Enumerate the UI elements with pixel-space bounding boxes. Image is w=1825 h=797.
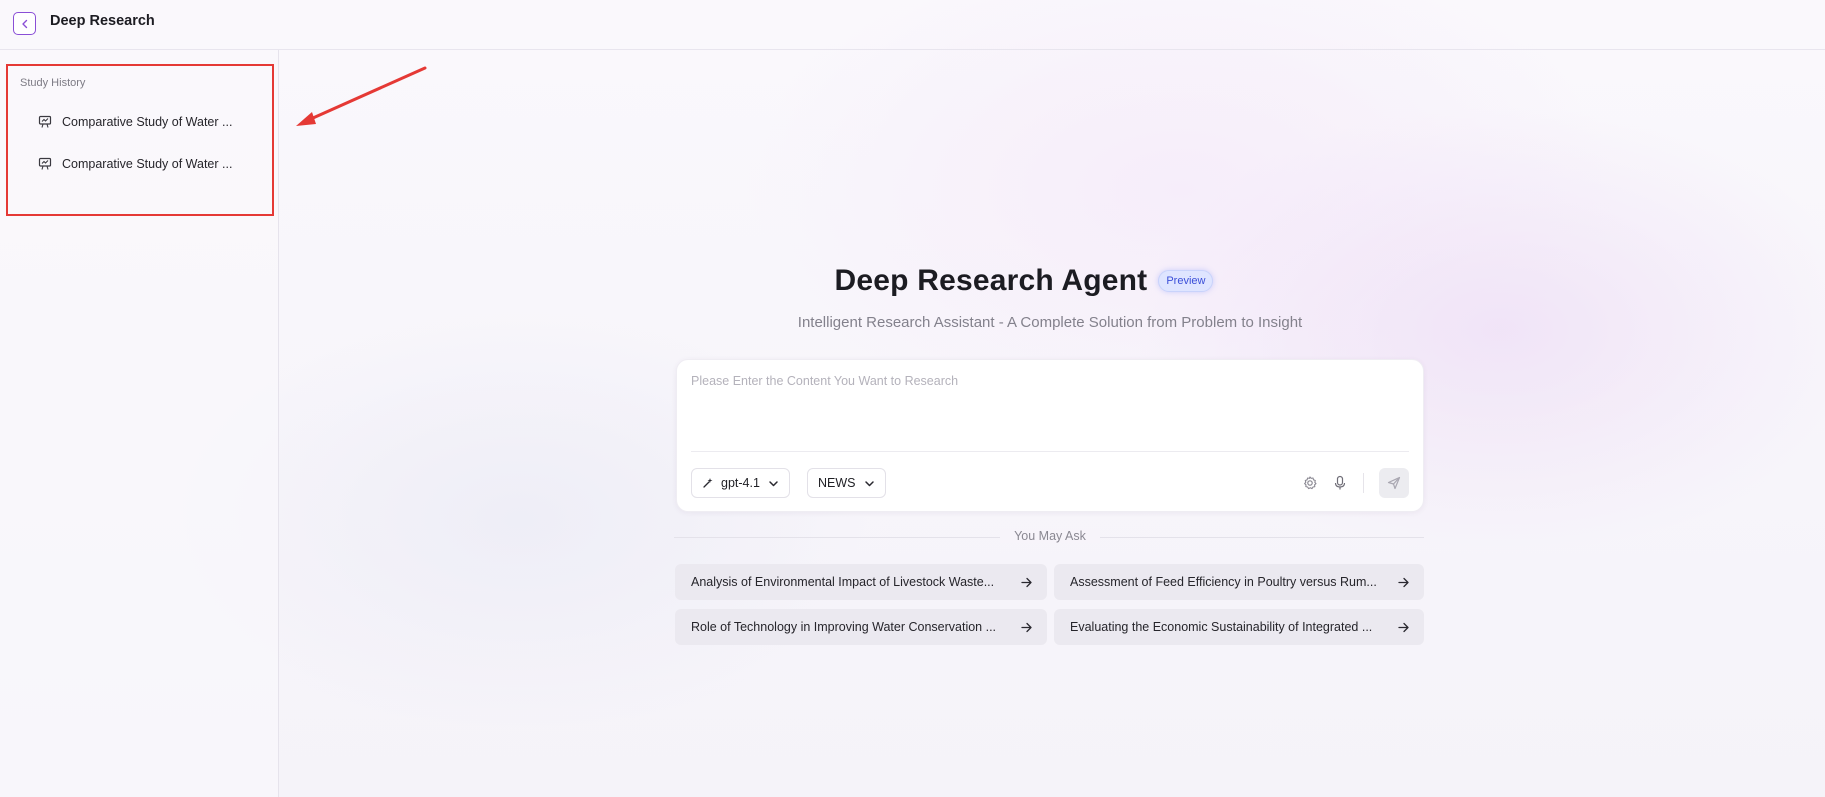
suggestion-chip[interactable]: Assessment of Feed Efficiency in Poultry… bbox=[1054, 564, 1424, 600]
send-button[interactable] bbox=[1379, 468, 1409, 498]
hero-subtitle: Intelligent Research Assistant - A Compl… bbox=[676, 314, 1424, 331]
research-input-card: gpt-4.1 NEWS bbox=[676, 359, 1424, 512]
study-history-heading: Study History bbox=[20, 77, 86, 89]
suggestion-chip[interactable]: Analysis of Environmental Impact of Live… bbox=[675, 564, 1047, 600]
arrow-right-icon bbox=[1397, 621, 1410, 634]
hero-title: Deep Research Agent bbox=[834, 264, 1148, 297]
model-select[interactable]: gpt-4.1 bbox=[691, 468, 790, 498]
page-background: Deep Research Study History Comparative … bbox=[0, 0, 1825, 797]
history-item-label: Comparative Study of Water ... bbox=[62, 157, 233, 171]
back-arrow-icon bbox=[21, 19, 27, 28]
hero-subtitle-text: Intelligent Research Assistant - A Compl… bbox=[797, 314, 1303, 331]
back-button[interactable] bbox=[13, 12, 36, 35]
suggestion-chip[interactable]: Evaluating the Economic Sustainability o… bbox=[1054, 609, 1424, 645]
toolbar-separator bbox=[1363, 473, 1364, 493]
top-bar: Deep Research bbox=[0, 0, 1825, 50]
hero-title-row: Deep Research Agent Preview bbox=[0, 264, 1825, 298]
card-divider bbox=[691, 451, 1409, 452]
history-item-label: Comparative Study of Water ... bbox=[62, 115, 233, 129]
source-select[interactable]: NEWS bbox=[807, 468, 886, 498]
you-may-ask-label: You May Ask bbox=[1000, 529, 1100, 543]
arrow-right-icon bbox=[1397, 576, 1410, 589]
research-input[interactable] bbox=[691, 374, 1409, 434]
model-select-label: gpt-4.1 bbox=[721, 476, 760, 490]
page-title: Deep Research bbox=[50, 13, 155, 29]
suggestion-text: Evaluating the Economic Sustainability o… bbox=[1070, 620, 1373, 634]
arrow-right-icon bbox=[1020, 576, 1033, 589]
suggestion-text: Analysis of Environmental Impact of Live… bbox=[691, 575, 995, 589]
history-item[interactable]: Comparative Study of Water ... bbox=[38, 109, 248, 135]
suggestion-chip[interactable]: Role of Technology in Improving Water Co… bbox=[675, 609, 1047, 645]
annotation-arrow bbox=[296, 66, 427, 126]
presentation-icon bbox=[38, 157, 52, 171]
chevron-down-icon bbox=[768, 478, 779, 489]
source-select-label: NEWS bbox=[818, 476, 856, 490]
microphone-icon[interactable] bbox=[1332, 475, 1348, 491]
chevron-down-icon bbox=[864, 478, 875, 489]
suggestion-text: Role of Technology in Improving Water Co… bbox=[691, 620, 997, 634]
sparkle-icon bbox=[702, 477, 714, 489]
presentation-icon bbox=[38, 115, 52, 129]
arrow-right-icon bbox=[1020, 621, 1033, 634]
settings-icon[interactable] bbox=[1302, 475, 1318, 491]
send-icon bbox=[1387, 476, 1401, 490]
suggestion-text: Assessment of Feed Efficiency in Poultry… bbox=[1070, 575, 1377, 589]
preview-badge: Preview bbox=[1158, 270, 1214, 292]
history-item[interactable]: Comparative Study of Water ... bbox=[38, 151, 248, 177]
